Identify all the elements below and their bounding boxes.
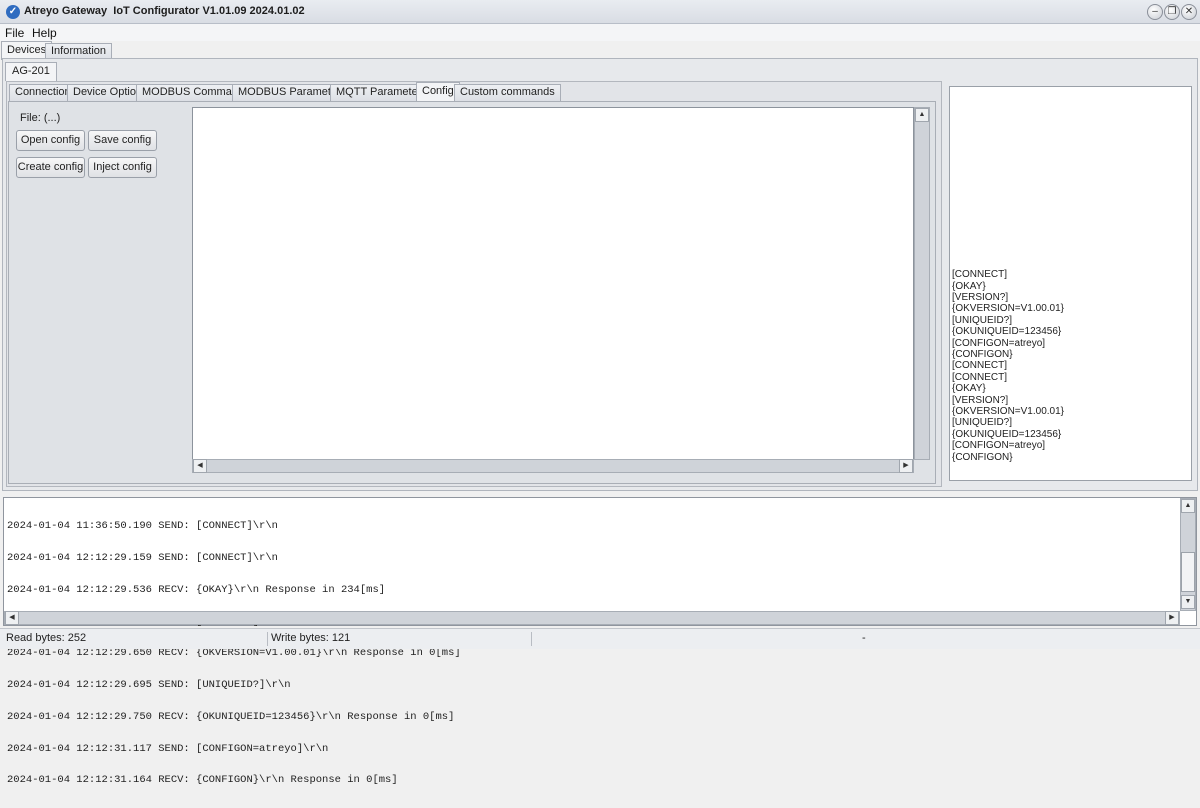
window-title: Atreyo Gateway IoT Configurator V1.01.09… bbox=[24, 5, 305, 17]
log-scroll-right-arrow-icon[interactable]: ▶ bbox=[1165, 611, 1179, 625]
side-log-line: {OKUNIQUEID=123456} bbox=[952, 428, 1062, 440]
menu-file[interactable]: File bbox=[5, 26, 24, 40]
open-config-button[interactable]: Open config bbox=[16, 130, 85, 151]
status-bar: Read bytes: 252 Write bytes: 121 - bbox=[0, 628, 1200, 649]
status-divider bbox=[531, 632, 532, 646]
save-config-button[interactable]: Save config bbox=[88, 130, 157, 151]
side-protocol-log: [CONNECT] {OKAY} [VERSION?] {OKVERSION=V… bbox=[949, 86, 1192, 481]
side-log-line: {OKUNIQUEID=123456} bbox=[952, 326, 1062, 338]
close-button[interactable]: ✕ bbox=[1181, 4, 1197, 20]
app-icon: ✓ bbox=[6, 5, 20, 19]
side-log-line: [UNIQUEID?] bbox=[952, 417, 1013, 429]
communication-log[interactable]: 2024-01-04 11:36:50.190 SEND: [CONNECT]\… bbox=[3, 497, 1197, 786]
scroll-right-arrow-icon[interactable]: ▶ bbox=[899, 459, 913, 473]
side-log-line: {CONFIGON} bbox=[952, 451, 1013, 463]
config-editor[interactable] bbox=[192, 107, 914, 460]
scroll-up-arrow-icon[interactable]: ▲ bbox=[915, 108, 929, 122]
menu-bar: File Help bbox=[0, 24, 1200, 41]
side-log-line: {OKVERSION=V1.00.01} bbox=[952, 303, 1065, 315]
file-label: File: (...) bbox=[20, 112, 61, 124]
log-line: 2024-01-04 12:12:29.536 RECV: {OKAY}\r\n… bbox=[7, 583, 386, 596]
log-scroll-up-arrow-icon[interactable]: ▲ bbox=[1181, 499, 1195, 513]
log-line: 2024-01-04 12:12:29.650 RECV: {OKVERSION… bbox=[7, 647, 461, 660]
side-log-line: {OKVERSION=V1.00.01} bbox=[952, 405, 1065, 417]
tab-device-ag-201[interactable]: AG-201 bbox=[5, 62, 57, 81]
log-horizontal-scrollbar[interactable] bbox=[4, 611, 1180, 625]
log-line: 2024-01-04 12:12:31.117 SEND: [CONFIGON=… bbox=[7, 742, 329, 755]
side-log-line: [CONNECT] bbox=[952, 371, 1007, 383]
log-line: 2024-01-04 12:12:31.164 RECV: {CONFIGON}… bbox=[7, 774, 398, 787]
tab-custom-commands[interactable]: Custom commands bbox=[454, 84, 561, 101]
log-line: 2024-01-04 12:12:29.750 RECV: {OKUNIQUEI… bbox=[7, 710, 455, 723]
write-bytes-status: Write bytes: 121 bbox=[271, 632, 351, 644]
side-log-line: {OKAY} bbox=[952, 280, 986, 292]
communication-log-lines: 2024-01-04 11:36:50.190 SEND: [CONNECT]\… bbox=[7, 500, 461, 807]
log-line: 2024-01-04 12:12:29.159 SEND: [CONNECT]\… bbox=[7, 551, 278, 564]
editor-vertical-scrollbar[interactable] bbox=[914, 107, 930, 460]
create-config-button[interactable]: Create config bbox=[16, 157, 85, 178]
status-divider bbox=[267, 632, 268, 646]
title-bar: ✓ Atreyo Gateway IoT Configurator V1.01.… bbox=[0, 0, 1200, 24]
menu-help[interactable]: Help bbox=[32, 26, 57, 40]
side-log-line: {CONFIGON} bbox=[952, 348, 1013, 360]
side-log-line: {OKAY} bbox=[952, 383, 986, 395]
side-log-line: [VERSION?] bbox=[952, 291, 1009, 303]
minimize-button[interactable]: – bbox=[1147, 4, 1163, 20]
side-log-line: [CONFIGON=atreyo] bbox=[952, 440, 1046, 452]
side-log-line: [CONNECT] bbox=[952, 360, 1007, 372]
scroll-left-arrow-icon[interactable]: ◀ bbox=[193, 459, 207, 473]
log-line: 2024-01-04 12:12:29.695 SEND: [UNIQUEID?… bbox=[7, 679, 291, 692]
side-log-line: [CONFIGON=atreyo] bbox=[952, 337, 1046, 349]
status-extra: - bbox=[862, 632, 866, 644]
maximize-button[interactable]: ❐ bbox=[1164, 4, 1180, 20]
editor-horizontal-scrollbar[interactable] bbox=[192, 459, 914, 473]
log-scroll-down-arrow-icon[interactable]: ▼ bbox=[1181, 595, 1195, 609]
log-line: 2024-01-04 11:36:50.190 SEND: [CONNECT]\… bbox=[7, 520, 278, 533]
inject-config-button[interactable]: Inject config bbox=[88, 157, 157, 178]
log-scroll-left-arrow-icon[interactable]: ◀ bbox=[5, 611, 19, 625]
side-log-line: [UNIQUEID?] bbox=[952, 314, 1013, 326]
side-log-line: [CONNECT] bbox=[952, 269, 1007, 281]
log-scroll-thumb[interactable] bbox=[1181, 552, 1195, 592]
side-log-lines: [CONNECT] {OKAY} [VERSION?] {OKVERSION=V… bbox=[952, 269, 1064, 463]
read-bytes-status: Read bytes: 252 bbox=[6, 632, 87, 644]
side-log-line: [VERSION?] bbox=[952, 394, 1009, 406]
